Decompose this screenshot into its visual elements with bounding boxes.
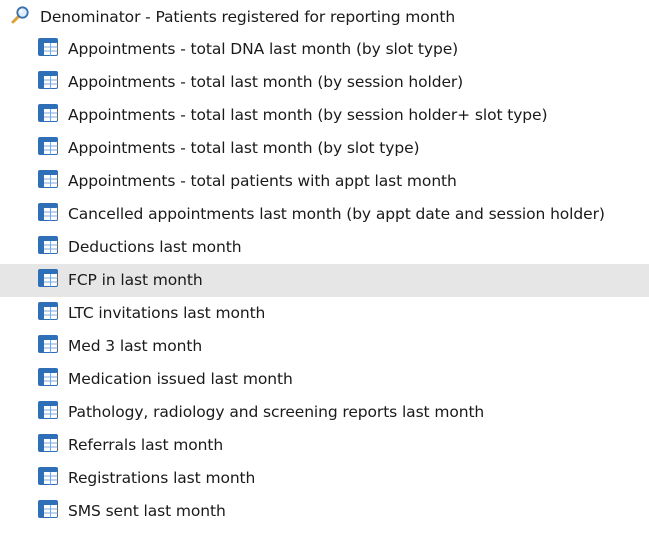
table-icon — [38, 236, 58, 258]
tree-item[interactable]: Med 3 last month — [0, 330, 649, 363]
tree-item-label: Registrations last month — [68, 469, 256, 487]
table-icon — [38, 401, 58, 423]
tree-item-label: Pathology, radiology and screening repor… — [68, 403, 485, 421]
tree-item-label: Appointments - total patients with appt … — [68, 172, 457, 190]
table-icon — [38, 269, 58, 291]
tree-item-label: FCP in last month — [68, 271, 203, 289]
tree-root-item[interactable]: Denominator - Patients registered for re… — [0, 0, 649, 33]
tree-item-label: Appointments - total DNA last month (by … — [68, 40, 459, 58]
tree-item-label: Cancelled appointments last month (by ap… — [68, 205, 605, 223]
report-tree: Denominator - Patients registered for re… — [0, 0, 649, 538]
tree-item[interactable]: Deductions last month — [0, 231, 649, 264]
tree-item[interactable]: Medication issued last month — [0, 363, 649, 396]
table-icon — [38, 104, 58, 126]
table-icon — [38, 170, 58, 192]
tree-item[interactable]: Referrals last month — [0, 429, 649, 462]
tree-item[interactable]: Registrations last month — [0, 462, 649, 495]
tree-item-label: Referrals last month — [68, 436, 224, 454]
table-icon — [38, 500, 58, 522]
table-icon — [38, 467, 58, 489]
tree-item-label: Deductions last month — [68, 238, 242, 256]
tree-item[interactable]: Cancelled appointments last month (by ap… — [0, 198, 649, 231]
table-icon — [38, 71, 58, 93]
tree-item[interactable]: Appointments - total patients with appt … — [0, 165, 649, 198]
tree-item-label: Medication issued last month — [68, 370, 293, 388]
tree-item-label: Appointments - total last month (by sess… — [68, 106, 548, 124]
tree-root-label: Denominator - Patients registered for re… — [40, 7, 456, 26]
tree-item[interactable]: Appointments - total DNA last month (by … — [0, 33, 649, 66]
tree-item-label: LTC invitations last month — [68, 304, 266, 322]
tree-item-label: Med 3 last month — [68, 337, 203, 355]
tree-item[interactable]: SMS sent last month — [0, 495, 649, 528]
table-icon — [38, 203, 58, 225]
tree-item[interactable]: Pathology, radiology and screening repor… — [0, 396, 649, 429]
table-icon — [38, 137, 58, 159]
tree-item[interactable]: Appointments - total last month (by sess… — [0, 99, 649, 132]
table-icon — [38, 302, 58, 324]
tree-item-label: SMS sent last month — [68, 502, 226, 520]
tree-item[interactable]: LTC invitations last month — [0, 297, 649, 330]
tree-item-label: Appointments - total last month (by slot… — [68, 139, 420, 157]
tree-item[interactable]: FCP in last month — [0, 263, 649, 297]
tree-item[interactable]: Appointments - total last month (by slot… — [0, 132, 649, 165]
table-icon — [38, 434, 58, 456]
magnifier-icon — [10, 5, 30, 29]
table-icon — [38, 38, 58, 60]
table-icon — [38, 335, 58, 357]
tree-item[interactable]: Appointments - total last month (by sess… — [0, 66, 649, 99]
tree-item-label: Appointments - total last month (by sess… — [68, 73, 464, 91]
table-icon — [38, 368, 58, 390]
